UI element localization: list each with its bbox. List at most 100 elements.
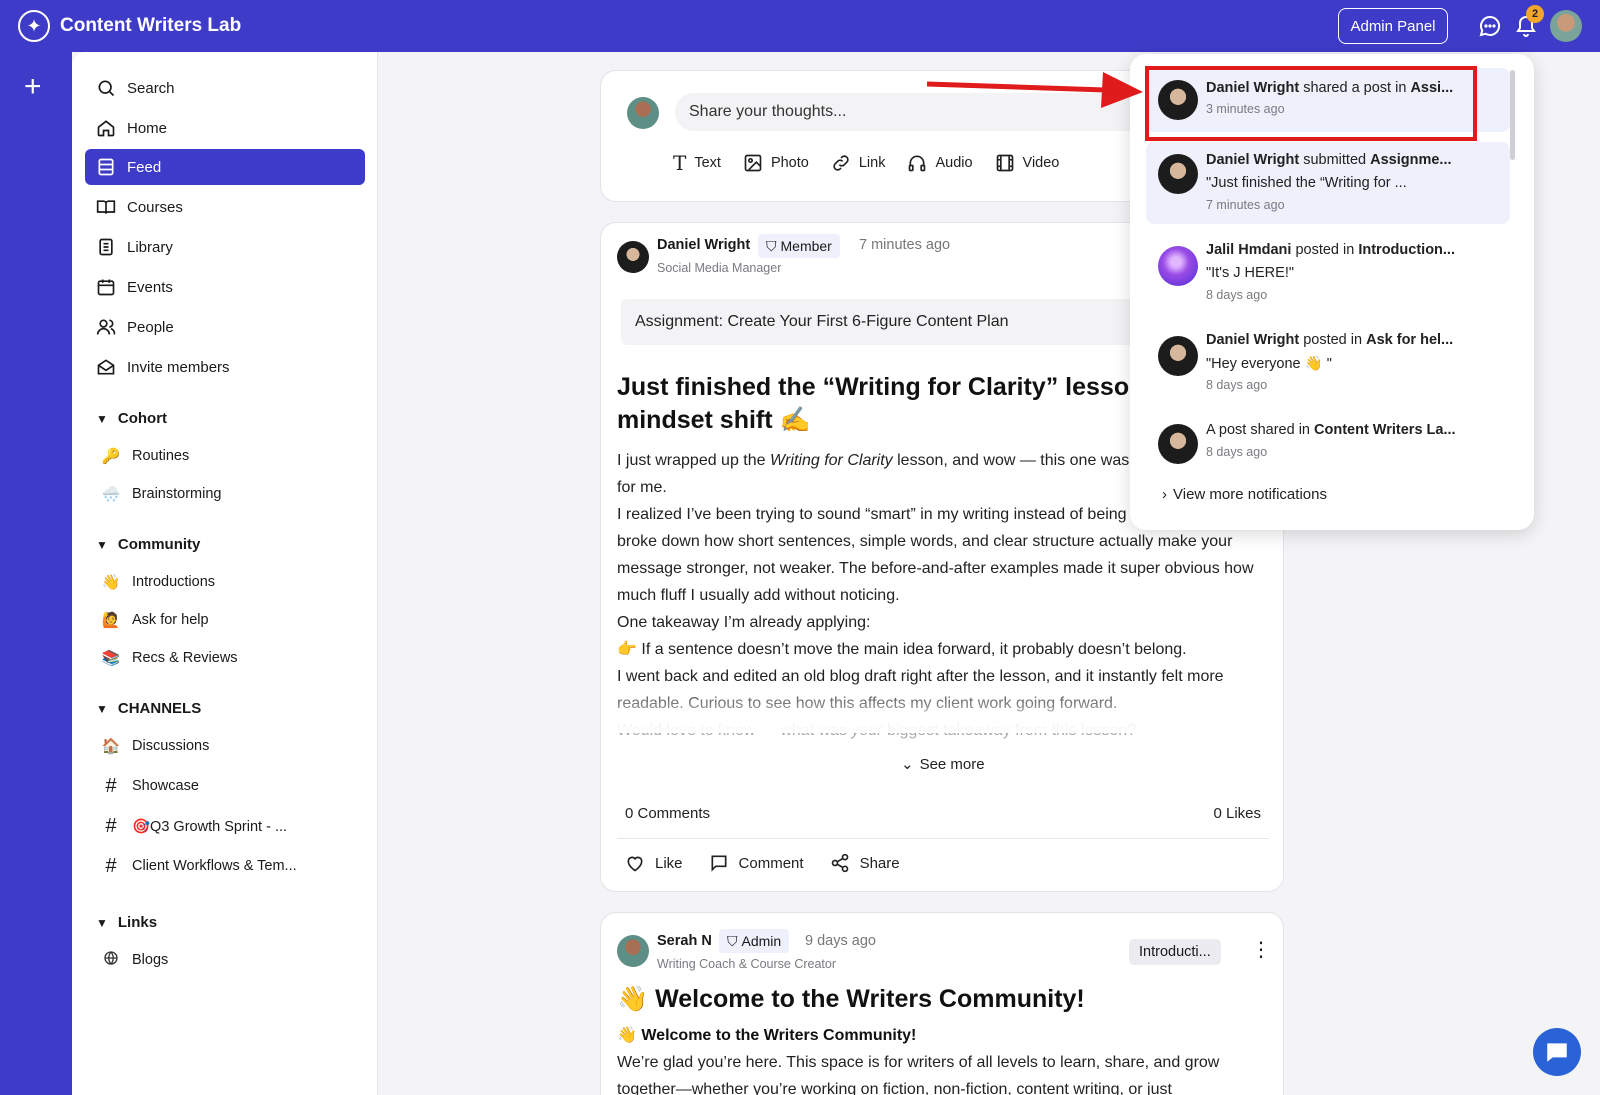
chevron-right-icon: › bbox=[1162, 486, 1167, 503]
chat-icon bbox=[1547, 1043, 1567, 1062]
author-title: Writing Coach & Course Creator bbox=[657, 957, 837, 971]
shield-icon: ⛉ bbox=[766, 237, 777, 254]
action-label: Like bbox=[655, 854, 683, 872]
chat-launcher-button[interactable] bbox=[1533, 1028, 1581, 1076]
likes-count[interactable]: 0 Likes bbox=[1213, 805, 1261, 822]
highlight-box bbox=[1145, 66, 1477, 141]
admin-panel-button[interactable]: Admin Panel bbox=[1338, 8, 1448, 44]
sidebar-item-people[interactable]: People bbox=[85, 309, 365, 345]
sidebar-item-label: Courses bbox=[127, 198, 183, 216]
sidebar-item-label: Feed bbox=[127, 158, 162, 176]
sidebar-item-label: Introductions bbox=[132, 574, 216, 590]
notification-time: 8 days ago bbox=[1206, 445, 1268, 459]
home-icon bbox=[95, 117, 117, 139]
sidebar-item-label: Home bbox=[127, 119, 168, 137]
envelope-icon bbox=[95, 356, 117, 378]
post-time: 7 minutes ago bbox=[859, 237, 951, 253]
more-options-icon[interactable]: ⋮ bbox=[1251, 937, 1271, 962]
post-type-photo[interactable]: Photo bbox=[743, 151, 809, 175]
notification-avatar bbox=[1158, 424, 1198, 464]
sidebar-item-label: Client Workflows & Tem... bbox=[132, 858, 297, 874]
plus-icon[interactable]: + bbox=[24, 72, 42, 102]
sidebar-item-discussions[interactable]: 🏠 Discussions bbox=[100, 731, 210, 761]
section-title: CHANNELS bbox=[117, 700, 202, 717]
notification-item[interactable]: Jalil Hmdani posted in Introduction... "… bbox=[1146, 234, 1510, 314]
sidebar-item-feed[interactable]: Feed bbox=[85, 149, 365, 185]
section-channels[interactable]: ▼ CHANNELS bbox=[96, 700, 201, 717]
notification-item[interactable]: Daniel Wright submitted Assignme... "Jus… bbox=[1146, 142, 1510, 224]
left-rail: + bbox=[0, 52, 72, 1095]
notification-item[interactable]: A post shared in Content Writers La... 8… bbox=[1146, 412, 1510, 476]
section-title: Links bbox=[117, 914, 158, 931]
headphones-icon bbox=[909, 155, 926, 172]
author-avatar[interactable] bbox=[617, 935, 649, 967]
like-button[interactable]: Like bbox=[625, 853, 683, 873]
notification-text: Daniel Wright posted in Ask for hel... bbox=[1206, 332, 1454, 348]
sidebar-item-ask-for-help[interactable]: 🙋 Ask for help bbox=[100, 605, 209, 635]
sidebar-item-brainstorming[interactable]: 🌨️ Brainstorming bbox=[100, 479, 222, 509]
post-type-label: Link bbox=[858, 155, 886, 171]
sidebar-item-invite-members[interactable]: Invite members bbox=[85, 349, 365, 385]
view-more-notifications-link[interactable]: › View more notifications bbox=[1162, 486, 1327, 503]
sidebar-item-q3-growth-sprint[interactable]: # 🎯Q3 Growth Sprint - ... bbox=[100, 811, 287, 841]
people-icon bbox=[95, 316, 117, 338]
post-subheading: 👋 Welcome to the Writers Community! bbox=[617, 1027, 917, 1044]
author-avatar[interactable] bbox=[617, 241, 649, 273]
comment-button[interactable]: Comment bbox=[709, 853, 804, 873]
sidebar-item-showcase[interactable]: # Showcase bbox=[100, 771, 199, 801]
author-name[interactable]: Serah N bbox=[657, 933, 712, 949]
post-body: We’re glad you’re here. This space is fo… bbox=[617, 1054, 1220, 1095]
topic-chip[interactable]: Introducti... bbox=[1129, 939, 1221, 965]
post-actions: Like Comment Share bbox=[625, 853, 900, 873]
sidebar-item-label: Brainstorming bbox=[132, 486, 222, 502]
see-more-button[interactable]: ⌄ See more bbox=[901, 755, 985, 774]
action-label: Share bbox=[859, 854, 900, 872]
sidebar-item-events[interactable]: Events bbox=[85, 269, 365, 305]
section-cohort[interactable]: ▼ Cohort bbox=[96, 410, 167, 427]
notification-time: 7 minutes ago bbox=[1206, 198, 1285, 212]
sidebar-item-search[interactable]: Search bbox=[85, 70, 365, 106]
sidebar-item-label: 🎯Q3 Growth Sprint - ... bbox=[132, 818, 288, 835]
post-type-video[interactable]: Video bbox=[995, 151, 1059, 175]
notification-time: 8 days ago bbox=[1206, 288, 1268, 302]
sidebar-item-home[interactable]: Home bbox=[85, 110, 365, 146]
post-type-label: Text bbox=[694, 155, 721, 171]
film-icon bbox=[996, 154, 1013, 172]
hash-icon: # bbox=[105, 774, 117, 797]
sidebar-item-label: Routines bbox=[132, 448, 190, 464]
chevron-down-icon: ▼ bbox=[96, 915, 108, 930]
sidebar-item-routines[interactable]: 🔑 Routines bbox=[100, 441, 190, 471]
notification-text: A post shared in Content Writers La... bbox=[1206, 422, 1456, 438]
section-community[interactable]: ▼ Community bbox=[96, 536, 200, 553]
role-badge: ⛉ Member bbox=[758, 234, 840, 258]
section-links[interactable]: ▼ Links bbox=[96, 914, 157, 931]
books-icon: 📚 bbox=[101, 650, 121, 667]
brand[interactable]: ✦ Content Writers Lab bbox=[18, 10, 241, 42]
text-fade bbox=[602, 683, 1282, 733]
sidebar-item-client-workflows[interactable]: # Client Workflows & Tem... bbox=[100, 851, 297, 881]
sidebar-item-label: Showcase bbox=[132, 778, 199, 794]
author-name[interactable]: Daniel Wright bbox=[657, 237, 750, 253]
post-type-link[interactable]: Link bbox=[831, 151, 886, 175]
sidebar-item-library[interactable]: Library bbox=[85, 229, 365, 265]
share-button[interactable]: Share bbox=[830, 853, 900, 873]
sidebar-item-blogs[interactable]: Blogs bbox=[100, 945, 168, 975]
post-card: Serah N ⛉ Admin 9 days ago Writing Coach … bbox=[600, 912, 1284, 1095]
post-type-audio[interactable]: Audio bbox=[907, 151, 973, 175]
post-type-bar: T Text Photo Link Audio Video bbox=[673, 151, 1059, 175]
notification-avatar bbox=[1158, 154, 1198, 194]
chat-bubble-icon[interactable] bbox=[1478, 14, 1502, 38]
post-title: 👋 Welcome to the Writers Community! bbox=[617, 985, 1085, 1013]
notifications-scrollbar[interactable] bbox=[1510, 70, 1515, 160]
notification-text: Jalil Hmdani posted in Introduction... bbox=[1206, 242, 1455, 258]
document-icon bbox=[95, 236, 117, 258]
post-type-text[interactable]: T Text bbox=[673, 151, 721, 175]
user-avatar[interactable] bbox=[1550, 10, 1582, 42]
notification-item[interactable]: Daniel Wright posted in Ask for hel... "… bbox=[1146, 324, 1510, 404]
sidebar-item-courses[interactable]: Courses bbox=[85, 189, 365, 225]
comments-count[interactable]: 0 Comments bbox=[625, 805, 710, 822]
section-title: Cohort bbox=[117, 410, 168, 427]
sidebar-item-introductions[interactable]: 👋 Introductions bbox=[100, 567, 215, 597]
sidebar: Search Home Feed Courses Library Events … bbox=[72, 52, 378, 1095]
sidebar-item-recs-reviews[interactable]: 📚 Recs & Reviews bbox=[100, 643, 238, 673]
